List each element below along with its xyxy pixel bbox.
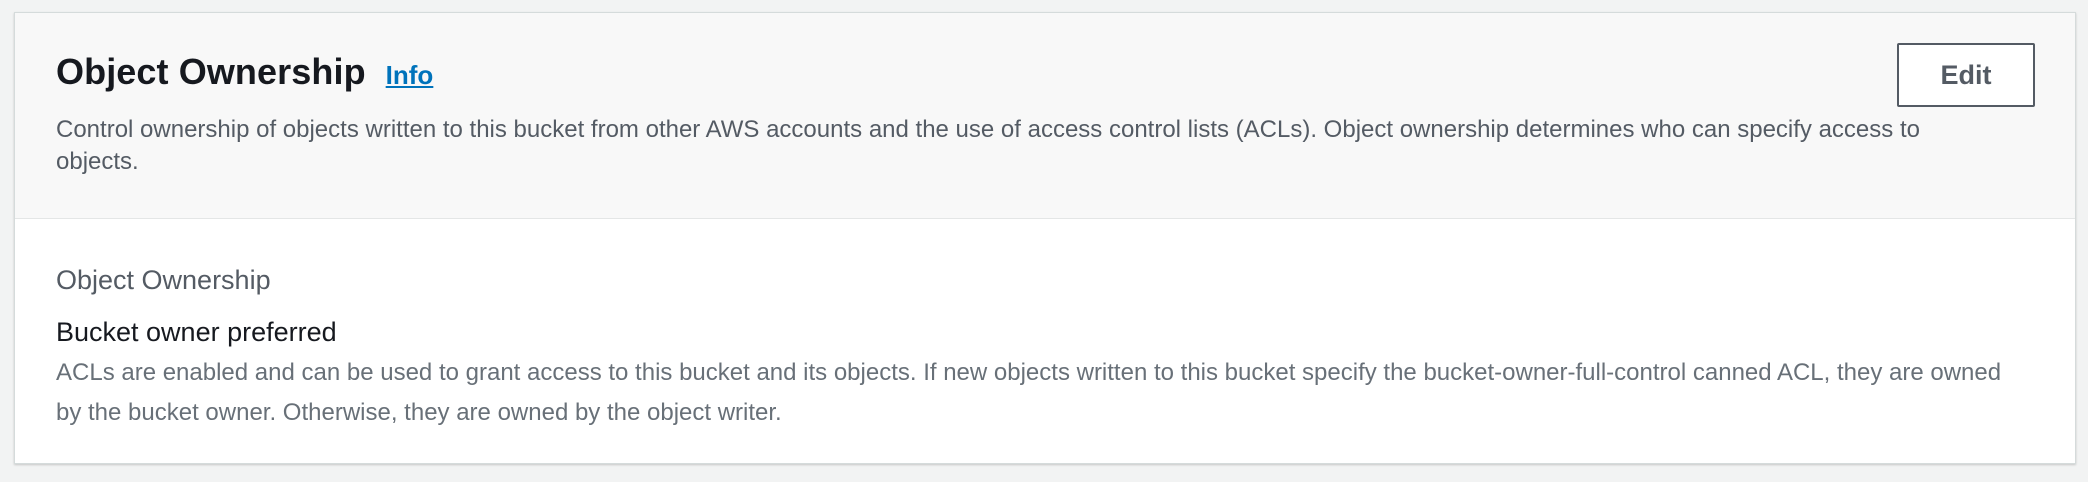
panel-body: Object Ownership Bucket owner preferred … [15,219,2075,464]
edit-button[interactable]: Edit [1897,43,2035,107]
title-row: Object Ownership Info [56,51,433,93]
panel-description: Control ownership of objects written to … [56,116,1920,175]
object-ownership-panel: Object Ownership Info Control ownership … [14,12,2076,464]
panel-header: Object Ownership Info Control ownership … [15,13,2075,219]
object-ownership-value: Bucket owner preferred [56,317,337,347]
info-link[interactable]: Info [386,60,434,91]
object-ownership-label: Object Ownership [56,265,271,295]
object-ownership-description: ACLs are enabled and can be used to gran… [56,359,2002,426]
panel-title: Object Ownership [56,51,366,92]
